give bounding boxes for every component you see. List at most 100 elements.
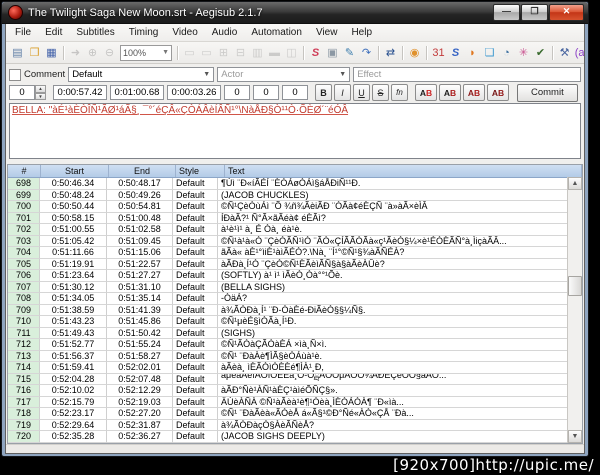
menu-item-edit[interactable]: Edit (38, 26, 69, 39)
grid-scrollbar[interactable]: ▲ ▼ (567, 177, 582, 443)
end-time-field[interactable]: 0:01:00.68 (110, 85, 164, 100)
table-row[interactable]: 700 0:50:50.44 0:50:54.81 Default ©Ñ¹ÇèÒùÁì … (8, 201, 582, 213)
table-row[interactable]: 708 0:51:34.05 0:51:35.14 Default -ÒäÁ? (8, 293, 582, 305)
cell-style: Default (173, 316, 218, 328)
format-s-button[interactable]: S (372, 84, 389, 101)
kanji-timer-icon[interactable]: ✳ (515, 45, 532, 61)
save-subtitles-icon[interactable]: ▦ (43, 45, 60, 61)
toolbar-separator (426, 45, 427, 60)
menu-item-view[interactable]: View (309, 26, 345, 39)
table-row[interactable]: 716 0:52:10.02 0:52:12.29 Default àÃÐ°Ñè¹ÀÑ¹… (8, 385, 582, 397)
menu-item-video[interactable]: Video (165, 26, 204, 39)
maximize-button[interactable]: ❐ (521, 4, 548, 21)
table-row[interactable]: 707 0:51:30.12 0:51:31.10 Default (BELLA SIG… (8, 281, 582, 293)
margin-field-2[interactable]: 0 (253, 85, 279, 100)
column-header-num[interactable]: # (8, 165, 41, 177)
scroll-up-icon[interactable]: ▲ (568, 177, 582, 190)
spin-down-icon[interactable]: ▼ (35, 92, 46, 100)
scroll-down-icon[interactable]: ▼ (568, 430, 582, 443)
table-row[interactable]: 719 0:52:29.64 0:52:31.87 Default à¾ÃÓÐàçÓ§À… (8, 419, 582, 431)
timing-postprocessor-icon[interactable]: 31 (430, 45, 447, 61)
effect-field[interactable]: Effect (353, 67, 581, 82)
table-row[interactable]: 706 0:51:23.64 0:51:27.27 Default (SOFTLY) à… (8, 270, 582, 282)
menu-item-file[interactable]: File (8, 26, 38, 39)
margin-field-1[interactable]: 0 (224, 85, 250, 100)
resample-resolution-icon[interactable]: ❏ (481, 45, 498, 61)
cell-line-number: 716 (8, 385, 40, 397)
column-header-text[interactable]: Text (225, 165, 582, 177)
export-icon[interactable]: ↷ (358, 45, 375, 61)
table-row[interactable]: 705 0:51:19.91 0:51:22.57 Default àÃÐà¸Í¹Ó ¨… (8, 258, 582, 270)
table-row[interactable]: 704 0:51:11.66 0:51:15.06 Default ãÃà« àÈ¹°ì… (8, 247, 582, 259)
close-button[interactable]: ✕ (549, 4, 584, 21)
table-row[interactable]: 702 0:51:00.55 0:51:02.58 Default à¹è¹ì¹ à¸ … (8, 224, 582, 236)
color-button-2[interactable]: AB (439, 84, 461, 101)
log-window-icon[interactable]: (a) (573, 45, 584, 61)
format-b-button[interactable]: B (315, 84, 332, 101)
zoom-out-icon: ⊖ (104, 46, 115, 59)
format-u-button[interactable]: U (353, 84, 370, 101)
cell-start: 0:51:43.23 (40, 316, 107, 328)
margin-field-3[interactable]: 0 (282, 85, 308, 100)
automation-icon[interactable]: ⚒ (556, 45, 573, 61)
table-row[interactable]: 701 0:50:58.15 0:51:00.48 Default ÍÐàÃ?¹ Ñ°Ã… (8, 212, 582, 224)
layer-value[interactable]: 0 (9, 85, 35, 100)
comment-checkbox[interactable] (9, 68, 21, 81)
cell-end: 0:51:15.06 (107, 247, 173, 259)
format-fn-button[interactable]: fn (391, 84, 408, 101)
styles-manager-icon[interactable]: S (307, 45, 324, 61)
column-header-style[interactable]: Style (176, 165, 225, 177)
shift-times-icon[interactable]: ⇄ (382, 45, 399, 61)
menu-item-audio[interactable]: Audio (205, 26, 245, 39)
menu-item-subtitles[interactable]: Subtitles (69, 26, 121, 39)
attachments-icon[interactable]: ▣ (324, 45, 341, 61)
table-row[interactable]: 712 0:51:52.77 0:51:55.24 Default ©Ñ¹ÃÓàÇÃÒà… (8, 339, 582, 351)
format-i-button[interactable]: I (334, 84, 351, 101)
style-dropdown[interactable]: Default ▼ (68, 67, 215, 82)
column-header-end[interactable]: End (109, 165, 176, 177)
zoom-level-combo[interactable]: 100% ▼ (120, 44, 172, 61)
table-row[interactable]: 717 0:52:15.79 0:52:19.03 Default ÄÙèÀÑÀ ©Ñ¹… (8, 396, 582, 408)
new-subtitles-icon[interactable]: ▤ (9, 45, 26, 61)
duration-field[interactable]: 0:00:03.26 (167, 85, 221, 100)
spell-checker-icon[interactable]: ✔ (532, 45, 549, 61)
translation-assistant-icon[interactable]: ◗ (464, 45, 481, 61)
menu-item-automation[interactable]: Automation (244, 26, 309, 39)
layer-stepper[interactable]: 0 ▲ ▼ (9, 85, 46, 100)
table-row[interactable]: 713 0:51:56.37 0:51:58.27 Default ©Ñ¹ ¨ÐàÀè¶… (8, 350, 582, 362)
cell-end: 0:52:31.87 (107, 419, 173, 431)
menu-item-help[interactable]: Help (344, 26, 379, 39)
table-row[interactable]: 703 0:51:05.42 0:51:09.45 Default ©Ñ¹à¹à«Ó ¨… (8, 235, 582, 247)
color-button-1[interactable]: AB (415, 84, 437, 101)
commit-button[interactable]: Commit (517, 83, 578, 102)
table-row[interactable]: 714 0:51:59.41 0:52:02.01 Default àÃèà¸ ìÈÃÒ… (8, 362, 582, 374)
column-header-start[interactable]: Start (41, 165, 109, 177)
subtitle-text-editor[interactable]: BELLA: "àÉ¹àÈÒÎÑ¹ÃØ¹áÃ§¸ ¯°´éÇÂ«ÇÒÁÂèÍÂÑ… (9, 103, 581, 159)
titlebar[interactable]: The Twilight Saga New Moon.srt - Aegisub… (2, 2, 588, 24)
table-row[interactable]: 709 0:51:38.59 0:51:41.39 Default à¾ÃÒÐà¸Í¹ … (8, 304, 582, 316)
spin-up-icon[interactable]: ▲ (35, 85, 46, 93)
menu-item-timing[interactable]: Timing (122, 26, 166, 39)
minimize-button[interactable]: — (493, 4, 520, 21)
timing-clock-icon[interactable]: ◔ (498, 45, 515, 61)
table-row[interactable]: 718 0:52:23.17 0:52:27.20 Default ©Ñ¹ ¨ÐàÃèà… (8, 408, 582, 420)
open-subtitles-icon[interactable]: ❒ (26, 45, 43, 61)
table-row[interactable]: 698 0:50:46.34 0:50:48.17 Default ¶Ùì ¨Ð«íÃÉ… (8, 178, 582, 190)
fonts-collector-icon[interactable]: ✎ (341, 45, 358, 61)
color-button-3[interactable]: AB (463, 84, 485, 101)
color-button-4[interactable]: AB (487, 84, 509, 101)
properties-icon[interactable]: ◉ (406, 45, 423, 61)
table-row[interactable]: 699 0:50:48.24 0:50:49.26 Default (JACOB CHU… (8, 189, 582, 201)
styling-assistant-icon[interactable]: S (447, 45, 464, 61)
table-row[interactable]: 715 0:52:04.28 0:52:07.48 Default áμèàÃèìÃÒì… (8, 373, 582, 385)
table-row[interactable]: 720 0:52:35.28 0:52:36.27 Default (JACOB SIG… (8, 431, 582, 443)
video-play-icon: ⊞ (218, 46, 229, 59)
cell-line-number: 701 (8, 212, 40, 224)
scroll-track[interactable] (568, 190, 582, 430)
table-row[interactable]: 7210:52:42.190:52:43.42DefaultíÑ§¸Ð, (8, 442, 582, 443)
start-time-field[interactable]: 0:00:57.42 (53, 85, 107, 100)
actor-dropdown[interactable]: Actor ▼ (217, 67, 351, 82)
table-row[interactable]: 710 0:51:43.23 0:51:45.86 Default ©Ñ¹μèÉ§ìÒÃ… (8, 316, 582, 328)
table-row[interactable]: 711 0:51:49.43 0:51:50.42 Default (SIGHS) (8, 327, 582, 339)
scroll-thumb[interactable] (568, 276, 582, 297)
